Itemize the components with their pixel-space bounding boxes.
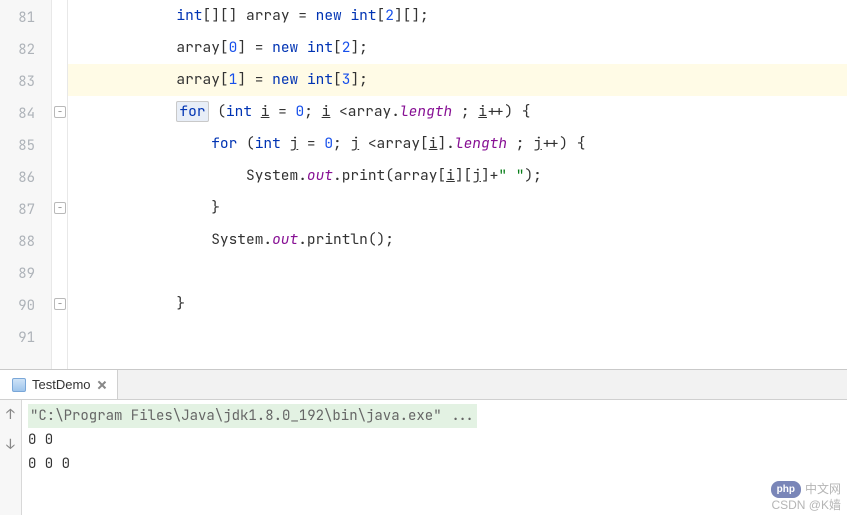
console-output[interactable]: "C:\Program Files\Java\jdk1.8.0_192\bin\… <box>22 400 847 515</box>
fold-gutter: − − − <box>52 0 68 369</box>
line-number: 86 <box>0 162 51 194</box>
line-number: 90 <box>0 290 51 322</box>
code-line[interactable]: int[][] array = new int[2][]; <box>68 0 847 32</box>
run-config-icon <box>12 378 26 392</box>
watermark-credit: CSDN @K嫱 <box>771 498 841 513</box>
code-line[interactable]: } <box>68 288 847 320</box>
line-number: 82 <box>0 34 51 66</box>
code-line[interactable]: System.out.println(); <box>68 224 847 256</box>
brand-badge: php <box>771 481 801 498</box>
code-line[interactable] <box>68 256 847 288</box>
code-line[interactable]: System.out.print(array[i][j]+" "); <box>68 160 847 192</box>
console-toolbar: ↑ ↓ <box>0 400 22 515</box>
line-number: 83 <box>0 66 51 98</box>
line-number: 88 <box>0 226 51 258</box>
console-panel: ↑ ↓ "C:\Program Files\Java\jdk1.8.0_192\… <box>0 400 847 515</box>
run-tab-testdemo[interactable]: TestDemo <box>0 370 118 399</box>
line-number: 87 <box>0 194 51 226</box>
scroll-down-icon[interactable]: ↓ <box>6 436 14 454</box>
console-line: 0 0 <box>28 428 841 452</box>
line-number: 89 <box>0 258 51 290</box>
close-icon[interactable] <box>97 380 107 390</box>
run-tab-label: TestDemo <box>32 377 91 392</box>
code-line[interactable]: } <box>68 192 847 224</box>
console-command: "C:\Program Files\Java\jdk1.8.0_192\bin\… <box>28 404 477 428</box>
code-line[interactable]: for (int j = 0; j <array[i].length ; j++… <box>68 128 847 160</box>
code-line[interactable]: array[0] = new int[2]; <box>68 32 847 64</box>
scroll-up-icon[interactable]: ↑ <box>6 406 14 424</box>
code-area[interactable]: int[][] array = new int[2][]; array[0] =… <box>68 0 847 369</box>
line-number: 81 <box>0 2 51 34</box>
code-editor: 8182838485868788899091 − − − int[][] array… <box>0 0 847 370</box>
line-number: 85 <box>0 130 51 162</box>
line-number-gutter: 8182838485868788899091 <box>0 0 52 369</box>
fold-close-icon[interactable]: − <box>54 298 66 310</box>
console-line: 0 0 0 <box>28 452 841 476</box>
code-line[interactable] <box>68 320 847 352</box>
line-number: 84 <box>0 98 51 130</box>
fold-close-icon[interactable]: − <box>54 202 66 214</box>
run-tool-tabbar: TestDemo <box>0 370 847 400</box>
code-line[interactable]: array[1] = new int[3]; <box>68 64 847 96</box>
fold-open-icon[interactable]: − <box>54 106 66 118</box>
brand-text: 中文网 <box>805 482 841 497</box>
watermark: php 中文网 CSDN @K嫱 <box>771 481 841 513</box>
line-number: 91 <box>0 322 51 354</box>
code-line[interactable]: for (int i = 0; i <array.length ; i++) { <box>68 96 847 128</box>
